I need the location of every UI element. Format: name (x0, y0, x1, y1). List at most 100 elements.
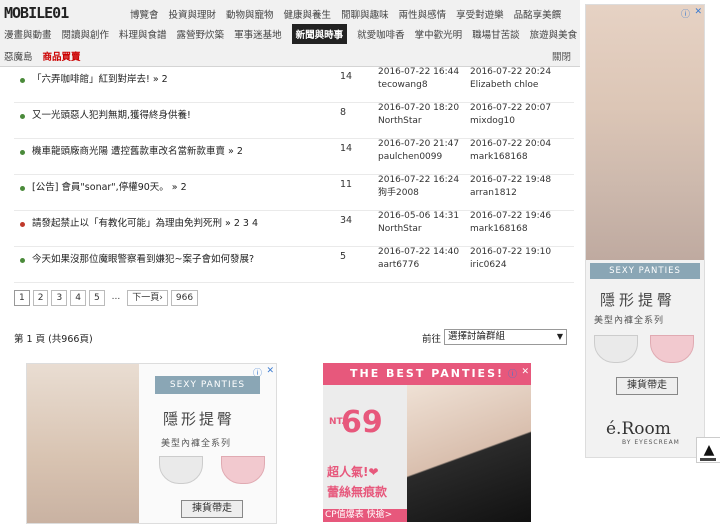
last-reply-user-link[interactable]: mixdog10 (470, 115, 551, 128)
nav-item[interactable]: 惡魔島 (4, 49, 33, 63)
ad-title: 隱形提臀 (600, 291, 677, 309)
sidebar-ad[interactable]: ⓘ ✕ SEXY PANTIES 隱形提臀 美型內褲全系列 揀貨帶走 é.Roo… (585, 4, 705, 458)
product-image (650, 335, 694, 363)
info-icon[interactable]: ⓘ (681, 7, 690, 20)
ad-model-image (27, 364, 139, 523)
topic-title-link[interactable]: 「六弄咖啡館」紅到對岸去! » 2 (32, 71, 168, 85)
nav-item[interactable]: 閒聊與趣味 (341, 7, 389, 21)
last-reply-user-link[interactable]: arran1812 (470, 187, 551, 200)
last-reply-cell: 2016-07-22 19:48 arran1812 (470, 174, 551, 200)
ad-model-image (586, 5, 704, 260)
nav-item[interactable]: 掌中歡光明 (415, 27, 463, 41)
author-link[interactable]: tecowang8 (378, 79, 459, 92)
nav-item[interactable]: 軍事迷基地 (234, 27, 282, 41)
created-time: 2016-07-20 21:47 (378, 139, 460, 149)
ad-shop-button[interactable]: 揀貨帶走 (616, 377, 678, 395)
author-link[interactable]: NorthStar (378, 223, 459, 236)
table-row: 「六弄咖啡館」紅到對岸去! » 2 14 2016-07-22 16:44 tec… (14, 66, 574, 103)
author-link[interactable]: paulchen0099 (378, 151, 459, 164)
status-dot (20, 222, 25, 227)
nav-item[interactable]: 健康與養生 (284, 7, 332, 21)
nav-item[interactable]: 投資與理財 (169, 7, 217, 21)
nav-row-1: 博覽會 投資與理財 動物與寵物 健康與養生 閒聊與趣味 兩性與感情 享受對遊樂 … (130, 4, 571, 24)
last-reply-time: 2016-07-22 19:46 (470, 211, 552, 221)
info-icon[interactable]: ⓘ (508, 367, 517, 380)
nav-item[interactable]: 品酩享美饌 (514, 7, 562, 21)
last-reply-cell: 2016-07-22 19:10 iric0624 (470, 246, 551, 272)
reply-count: 5 (340, 251, 347, 262)
reply-count: 8 (340, 107, 347, 118)
site-header: MOBILE01 博覽會 投資與理財 動物與寵物 健康與養生 閒聊與趣味 兩性與… (0, 0, 580, 67)
topic-title-link[interactable]: [公告] 會員"sonar",停權90天。 » 2 (32, 179, 187, 193)
last-page-link[interactable]: 966 (170, 290, 199, 306)
last-reply-user-link[interactable]: Elizabeth chloe (470, 79, 551, 92)
next-page-button[interactable]: 下一頁› (127, 290, 168, 306)
page-link-2[interactable]: 2 (32, 290, 49, 306)
created-time: 2016-05-06 14:31 (378, 211, 460, 221)
author-link[interactable]: 狗手2008 (378, 187, 459, 200)
topic-title-link[interactable]: 今天如果沒那位魔眼警察看到嫌犯~案子會如何發展? (32, 251, 254, 265)
reply-count: 11 (340, 179, 353, 190)
created-cell: 2016-07-20 18:20 NorthStar (378, 102, 459, 128)
nav-item[interactable]: 動物與寵物 (226, 7, 274, 21)
chevron-down-icon: ▼ (556, 332, 563, 341)
nav-item[interactable]: 露營野炊築 (177, 27, 225, 41)
ad-shop-button[interactable]: 揀貨帶走 (181, 500, 243, 518)
nav-item[interactable]: 旅遊與美食 (530, 27, 578, 41)
ad-cta[interactable]: CP值爆表 快搶> (323, 509, 407, 522)
page-link-3[interactable]: 3 (51, 290, 68, 306)
status-dot (20, 78, 25, 83)
close-icon[interactable]: ✕ (694, 7, 702, 17)
ad-banner-sexy-panties[interactable]: ⓘ ✕ SEXY PANTIES 隱形提臀 美型內褲全系列 揀貨帶走 (26, 363, 277, 524)
author-link[interactable]: NorthStar (378, 115, 459, 128)
ad-title: 隱形提臀 (163, 410, 236, 428)
nav-item-active[interactable]: 新聞與時事 (291, 24, 348, 44)
nav-item[interactable]: 兩性與感情 (399, 7, 447, 21)
close-icon[interactable]: ✕ (521, 367, 529, 377)
topic-title-link[interactable]: 機車龍頭廠商光陽 遭控舊款車改名當新款車賣 » 2 (32, 143, 243, 157)
last-reply-user-link[interactable]: mark168168 (470, 223, 551, 236)
price-value: 69 (341, 405, 383, 440)
forum-group-select[interactable]: 選擇討論群組 ▼ (444, 329, 567, 345)
status-dot (20, 150, 25, 155)
table-row: [公告] 會員"sonar",停權90天。 » 2 11 2016-07-22 … (14, 174, 574, 211)
nav-item[interactable]: 料理與食譜 (119, 27, 167, 41)
ad-subtitle: 美型內褲全系列 (161, 439, 232, 449)
table-row: 機車龍頭廠商光陽 遭控舊款車改名當新款車賣 » 2 14 2016-07-20 … (14, 138, 574, 175)
created-time: 2016-07-20 18:20 (378, 103, 460, 113)
reply-count: 14 (340, 143, 353, 154)
nav-item[interactable]: 享受對遊樂 (456, 7, 504, 21)
page-link-5[interactable]: 5 (88, 290, 105, 306)
nav-row-3: 惡魔島 商品買賣 關閉 (4, 46, 571, 66)
ad-model-image (407, 385, 531, 522)
topic-title-link[interactable]: 請發起禁止以「有教化可能」為理由免判死刑 » 2 3 4 (32, 215, 258, 229)
last-reply-user-link[interactable]: iric0624 (470, 259, 551, 272)
last-reply-user-link[interactable]: mark168168 (470, 151, 551, 164)
status-dot (20, 114, 25, 119)
created-time: 2016-07-22 14:40 (378, 247, 460, 257)
nav-item[interactable]: 漫畫與動畫 (4, 27, 52, 41)
product-image (159, 456, 203, 484)
table-row: 今天如果沒那位魔眼警察看到嫌犯~案子會如何發展? 5 2016-07-22 14… (14, 246, 574, 283)
reply-count: 34 (340, 215, 353, 226)
created-cell: 2016-07-20 21:47 paulchen0099 (378, 138, 459, 164)
nav-item[interactable]: 職場甘苦談 (472, 27, 520, 41)
table-row: 又一光頭惡人犯判無期,獲得終身供養! 8 2016-07-20 18:20 Nor… (14, 102, 574, 139)
nav-item[interactable]: 博覽會 (130, 7, 159, 21)
created-cell: 2016-07-22 14:40 aart6776 (378, 246, 459, 272)
last-reply-time: 2016-07-22 19:10 (470, 247, 552, 257)
created-time: 2016-07-22 16:24 (378, 175, 460, 185)
author-link[interactable]: aart6776 (378, 259, 459, 272)
nav-item[interactable]: 閱讀與創作 (62, 27, 110, 41)
created-time: 2016-07-22 16:44 (378, 67, 460, 77)
page-link-4[interactable]: 4 (70, 290, 86, 306)
nav-item[interactable]: 就愛咖啡香 (357, 27, 405, 41)
ad-brand-band: SEXY PANTIES (155, 376, 260, 394)
close-icon[interactable]: ✕ (266, 366, 274, 376)
close-nav-button[interactable]: 關閉 (552, 49, 571, 63)
topic-title-link[interactable]: 又一光頭惡人犯判無期,獲得終身供養! (32, 107, 191, 121)
ad-banner-best-panties[interactable]: THE BEST PANTIES! ⓘ ✕ NT. 69 超人氣!❤ 蕾絲無痕款… (323, 363, 531, 522)
page-link-1[interactable]: 1 (14, 290, 30, 306)
site-logo[interactable]: MOBILE01 (4, 4, 124, 24)
nav-item-shop[interactable]: 商品買賣 (43, 49, 81, 63)
